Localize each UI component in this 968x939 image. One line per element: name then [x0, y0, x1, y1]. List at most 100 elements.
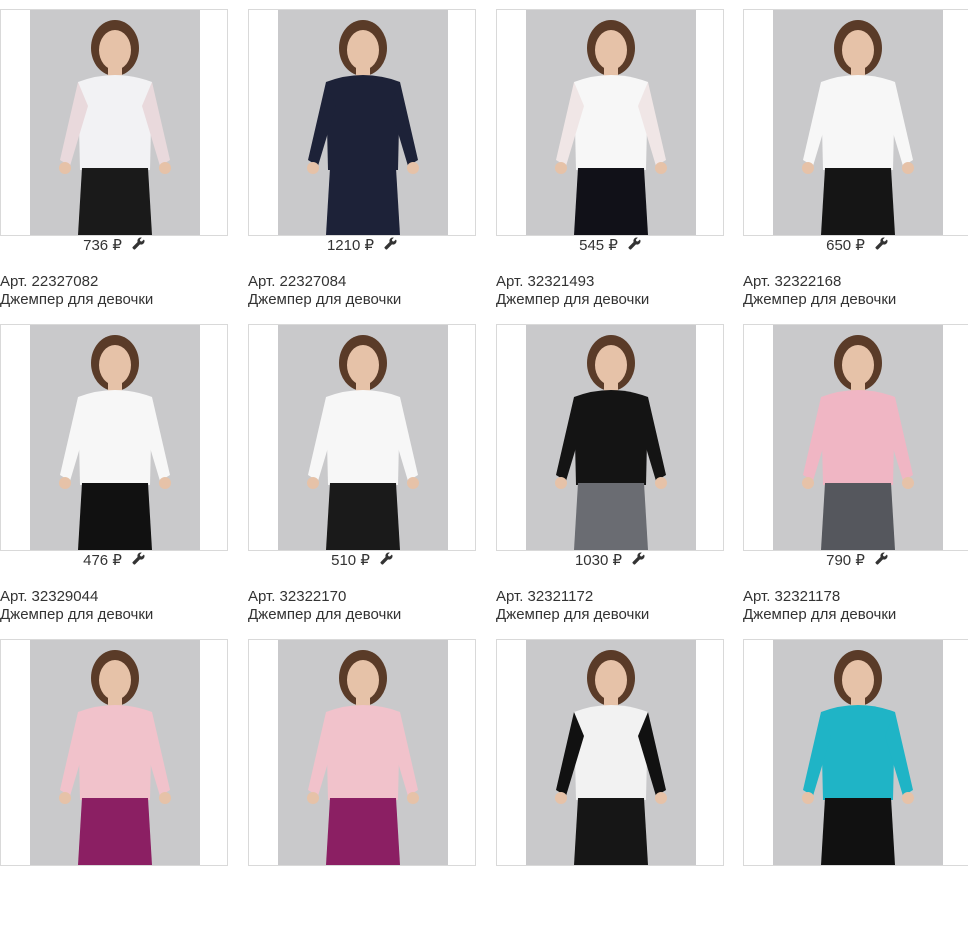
- product-title[interactable]: Джемпер для девочки: [0, 606, 153, 624]
- right-hand: [407, 792, 419, 804]
- product-image-frame[interactable]: [743, 639, 968, 866]
- product-image-frame[interactable]: [248, 324, 476, 551]
- bottom-garment: [326, 483, 400, 550]
- product-sku: Арт. 32321493: [496, 273, 595, 290]
- product-price: 736 ₽: [83, 237, 122, 254]
- product-photo[interactable]: [30, 325, 200, 550]
- wrench-icon[interactable]: [628, 237, 641, 255]
- product-photo[interactable]: [773, 640, 943, 865]
- product-photo[interactable]: [278, 10, 448, 235]
- product-image-frame[interactable]: [496, 9, 724, 236]
- product-price: 790 ₽: [826, 552, 865, 569]
- product-sku: Арт. 32329044: [0, 588, 99, 605]
- wrench-icon[interactable]: [132, 552, 145, 570]
- wrench-icon[interactable]: [380, 552, 393, 570]
- product-price: 650 ₽: [826, 237, 865, 254]
- product-image-frame[interactable]: [743, 324, 968, 551]
- right-hand: [159, 162, 171, 174]
- product-photo[interactable]: [30, 640, 200, 865]
- product-title[interactable]: Джемпер для девочки: [743, 291, 896, 309]
- neck-shape: [604, 696, 618, 706]
- product-image-frame[interactable]: [0, 639, 228, 866]
- left-hand: [802, 792, 814, 804]
- product-image-frame[interactable]: [0, 9, 228, 236]
- face-shape: [347, 660, 379, 700]
- top-garment: [821, 705, 895, 800]
- product-title[interactable]: Джемпер для девочки: [743, 606, 896, 624]
- product-card[interactable]: 545 ₽ Арт. 32321493 Джемпер для девочки: [496, 9, 724, 309]
- product-image-frame[interactable]: [0, 324, 228, 551]
- product-image-frame[interactable]: [496, 324, 724, 551]
- neck-shape: [356, 66, 370, 76]
- left-hand: [59, 477, 71, 489]
- product-card[interactable]: 650 ₽ Арт. 32322168 Джемпер для девочки: [743, 9, 968, 309]
- product-card[interactable]: 736 ₽ Арт. 22327082 Джемпер для девочки: [0, 9, 228, 309]
- product-image-frame[interactable]: [248, 639, 476, 866]
- product-card[interactable]: [743, 639, 968, 939]
- face-shape: [842, 30, 874, 70]
- product-title[interactable]: Джемпер для девочки: [0, 291, 153, 309]
- product-card[interactable]: [248, 639, 476, 939]
- product-price: 1030 ₽: [574, 552, 623, 569]
- product-photo[interactable]: [773, 325, 943, 550]
- model-figure: [773, 640, 943, 865]
- bottom-garment: [78, 798, 152, 865]
- bottom-garment: [78, 483, 152, 550]
- product-card[interactable]: 510 ₽ Арт. 32322170 Джемпер для девочки: [248, 324, 476, 624]
- product-image-frame[interactable]: [496, 639, 724, 866]
- left-hand: [802, 162, 814, 174]
- neck-shape: [356, 381, 370, 391]
- wrench-icon[interactable]: [632, 552, 645, 570]
- model-figure: [526, 325, 696, 550]
- bottom-garment: [78, 168, 152, 235]
- top-garment: [78, 705, 152, 800]
- bottom-garment: [326, 798, 400, 865]
- bottom-garment: [326, 168, 400, 235]
- product-photo[interactable]: [278, 325, 448, 550]
- top-garment: [326, 390, 400, 485]
- product-card[interactable]: [496, 639, 724, 939]
- left-hand: [802, 477, 814, 489]
- product-title[interactable]: Джемпер для девочки: [248, 291, 401, 309]
- price-row: 736 ₽: [0, 237, 228, 255]
- left-hand: [307, 477, 319, 489]
- product-card[interactable]: [0, 639, 228, 939]
- price-row: 545 ₽: [496, 237, 724, 255]
- wrench-icon[interactable]: [384, 237, 397, 255]
- product-price: 545 ₽: [579, 237, 618, 254]
- price-row: 790 ₽: [743, 552, 968, 570]
- product-photo[interactable]: [30, 10, 200, 235]
- product-photo[interactable]: [526, 640, 696, 865]
- top-garment: [326, 705, 400, 800]
- product-photo[interactable]: [773, 10, 943, 235]
- wrench-icon[interactable]: [132, 237, 145, 255]
- wrench-icon[interactable]: [875, 552, 888, 570]
- left-hand: [307, 162, 319, 174]
- product-card[interactable]: 1030 ₽ Арт. 32321172 Джемпер для девочки: [496, 324, 724, 624]
- product-image-frame[interactable]: [743, 9, 968, 236]
- product-title[interactable]: Джемпер для девочки: [496, 291, 649, 309]
- product-photo[interactable]: [526, 325, 696, 550]
- face-shape: [595, 660, 627, 700]
- model-figure: [278, 10, 448, 235]
- product-card[interactable]: 1210 ₽ Арт. 22327084 Джемпер для девочки: [248, 9, 476, 309]
- product-title[interactable]: Джемпер для девочки: [248, 606, 401, 624]
- product-card[interactable]: 476 ₽ Арт. 32329044 Джемпер для девочки: [0, 324, 228, 624]
- product-card[interactable]: 790 ₽ Арт. 32321178 Джемпер для девочки: [743, 324, 968, 624]
- bottom-garment: [574, 483, 648, 550]
- product-image-frame[interactable]: [248, 9, 476, 236]
- product-sku: Арт. 32322170: [248, 588, 347, 605]
- right-hand: [655, 477, 667, 489]
- wrench-icon[interactable]: [875, 237, 888, 255]
- product-photo[interactable]: [526, 10, 696, 235]
- price-row: 510 ₽: [248, 552, 476, 570]
- product-price: 476 ₽: [83, 552, 122, 569]
- product-photo[interactable]: [278, 640, 448, 865]
- price-row: 1030 ₽: [496, 552, 724, 570]
- right-hand: [159, 477, 171, 489]
- neck-shape: [851, 66, 865, 76]
- model-figure: [526, 10, 696, 235]
- product-title[interactable]: Джемпер для девочки: [496, 606, 649, 624]
- bottom-garment: [821, 168, 895, 235]
- right-hand: [407, 162, 419, 174]
